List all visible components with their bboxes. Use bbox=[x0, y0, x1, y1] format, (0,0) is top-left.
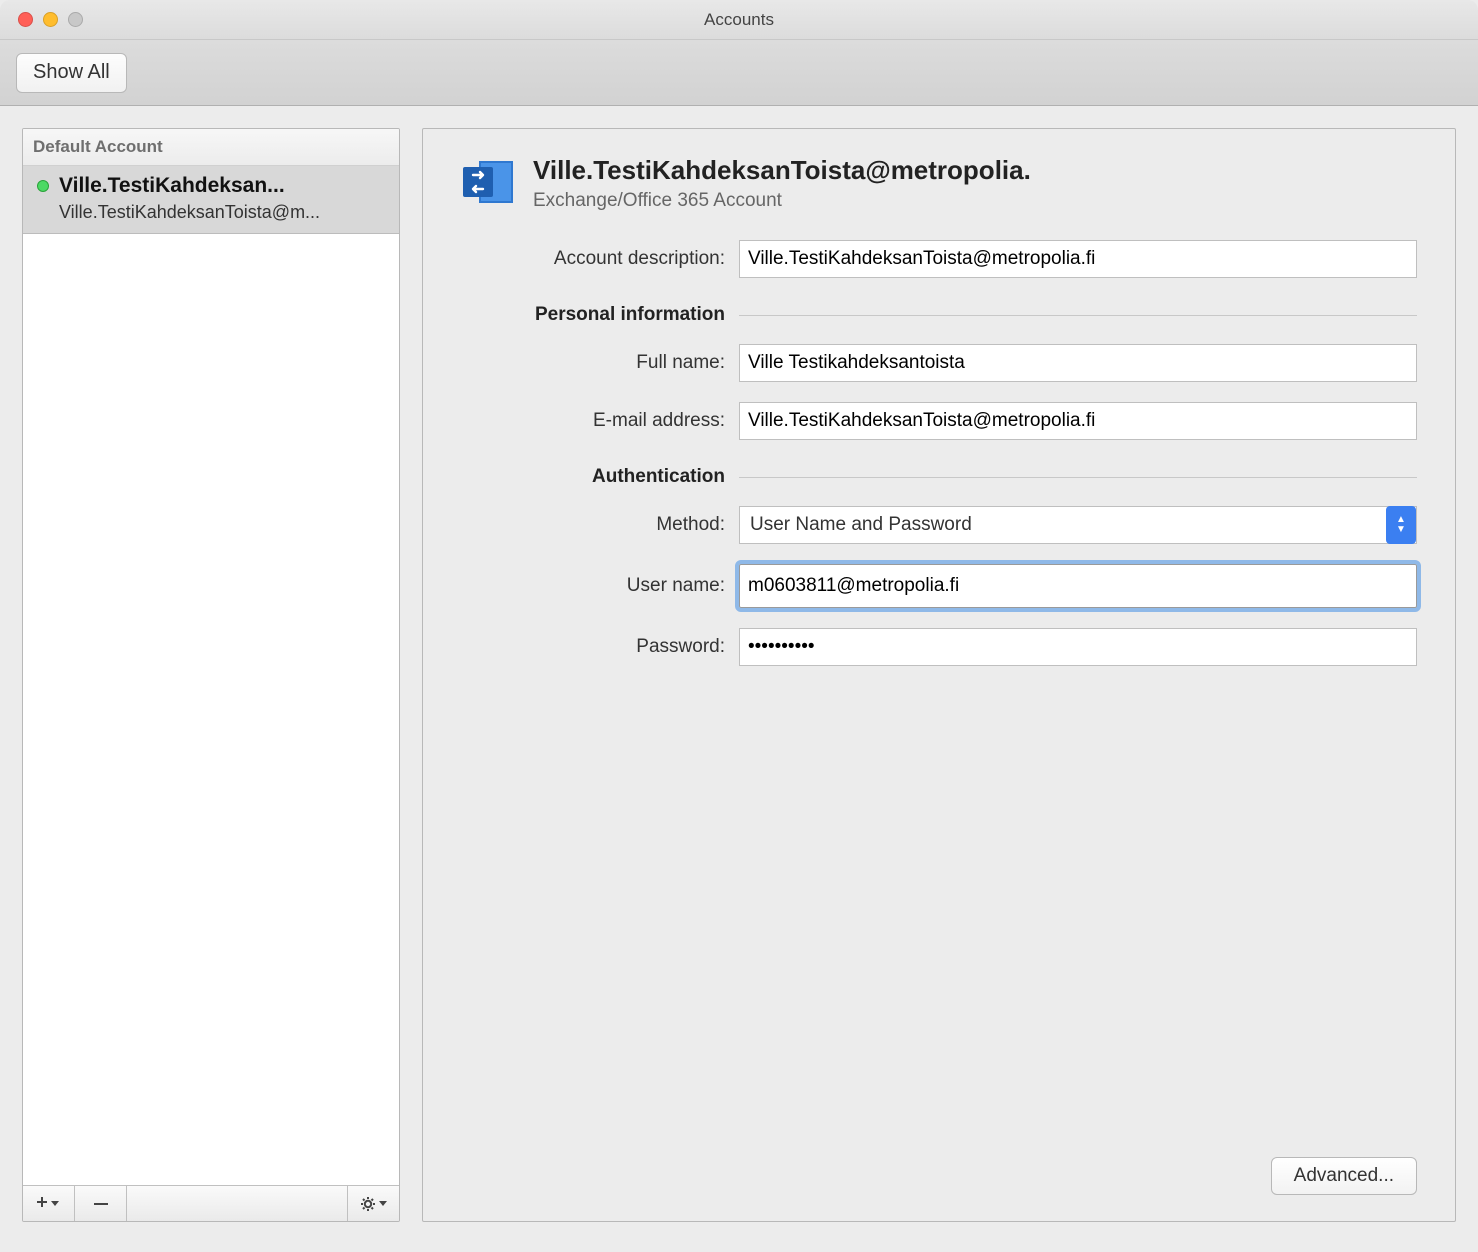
plus-dropdown-icon bbox=[37, 1195, 61, 1213]
toolbar: Show All bbox=[0, 40, 1478, 106]
minus-icon bbox=[93, 1196, 109, 1212]
account-header: Ville.TestiKahdeksanToista@metropolia. E… bbox=[461, 155, 1417, 212]
content-area: Default Account Ville.TestiKahdeksan... … bbox=[0, 106, 1478, 1252]
account-description-field[interactable] bbox=[739, 240, 1417, 278]
method-label: Method: bbox=[461, 514, 739, 536]
account-detail-pane: Ville.TestiKahdeksanToista@metropolia. E… bbox=[422, 128, 1456, 1222]
personal-info-label: Personal information bbox=[461, 304, 739, 326]
advanced-button[interactable]: Advanced... bbox=[1271, 1157, 1417, 1195]
show-all-button[interactable]: Show All bbox=[16, 53, 127, 93]
close-icon[interactable] bbox=[18, 12, 33, 27]
username-label: User name: bbox=[461, 575, 739, 597]
password-label: Password: bbox=[461, 636, 739, 658]
minimize-icon[interactable] bbox=[43, 12, 58, 27]
method-row: Method: User Name and Password ▲▼ bbox=[461, 506, 1417, 544]
full-name-field[interactable] bbox=[739, 344, 1417, 382]
chevron-updown-icon: ▲▼ bbox=[1386, 506, 1416, 544]
email-row: E-mail address: bbox=[461, 402, 1417, 440]
account-list-item[interactable]: Ville.TestiKahdeksan... Ville.TestiKahde… bbox=[23, 166, 399, 234]
password-row: Password: bbox=[461, 628, 1417, 666]
method-value: User Name and Password bbox=[750, 514, 972, 536]
sidebar-header: Default Account bbox=[23, 129, 399, 166]
email-label: E-mail address: bbox=[461, 410, 739, 432]
remove-account-button[interactable] bbox=[75, 1186, 127, 1221]
account-subtitle: Ville.TestiKahdeksanToista@m... bbox=[59, 202, 387, 223]
password-field[interactable] bbox=[739, 628, 1417, 666]
account-title: Ville.TestiKahdeksanToista@metropolia. bbox=[533, 155, 1417, 186]
account-name: Ville.TestiKahdeksan... bbox=[59, 174, 285, 198]
full-name-row: Full name: bbox=[461, 344, 1417, 382]
sidebar-body bbox=[23, 234, 399, 1185]
username-row: User name: bbox=[461, 564, 1417, 608]
zoom-icon bbox=[68, 12, 83, 27]
account-description-label: Account description: bbox=[461, 248, 739, 270]
footer: Advanced... bbox=[461, 1127, 1417, 1195]
personal-info-section: Personal information bbox=[461, 304, 1417, 326]
status-online-icon bbox=[37, 180, 49, 192]
full-name-label: Full name: bbox=[461, 352, 739, 374]
gear-dropdown-icon bbox=[360, 1194, 388, 1214]
add-account-button[interactable] bbox=[23, 1186, 75, 1221]
authentication-section: Authentication bbox=[461, 466, 1417, 488]
titlebar: Accounts bbox=[0, 0, 1478, 40]
accounts-window: Accounts Show All Default Account Ville.… bbox=[0, 0, 1478, 1252]
account-type-label: Exchange/Office 365 Account bbox=[533, 190, 1417, 212]
username-field[interactable] bbox=[739, 564, 1417, 608]
authentication-label: Authentication bbox=[461, 466, 739, 488]
settings-button[interactable] bbox=[347, 1186, 399, 1221]
accounts-sidebar: Default Account Ville.TestiKahdeksan... … bbox=[22, 128, 400, 1222]
account-description-row: Account description: bbox=[461, 240, 1417, 278]
window-title: Accounts bbox=[0, 10, 1478, 30]
divider bbox=[739, 315, 1417, 316]
email-field[interactable] bbox=[739, 402, 1417, 440]
sidebar-footer bbox=[23, 1185, 399, 1221]
divider bbox=[739, 477, 1417, 478]
method-select[interactable]: User Name and Password ▲▼ bbox=[739, 506, 1417, 544]
exchange-icon bbox=[461, 155, 515, 209]
traffic-lights bbox=[0, 12, 83, 27]
